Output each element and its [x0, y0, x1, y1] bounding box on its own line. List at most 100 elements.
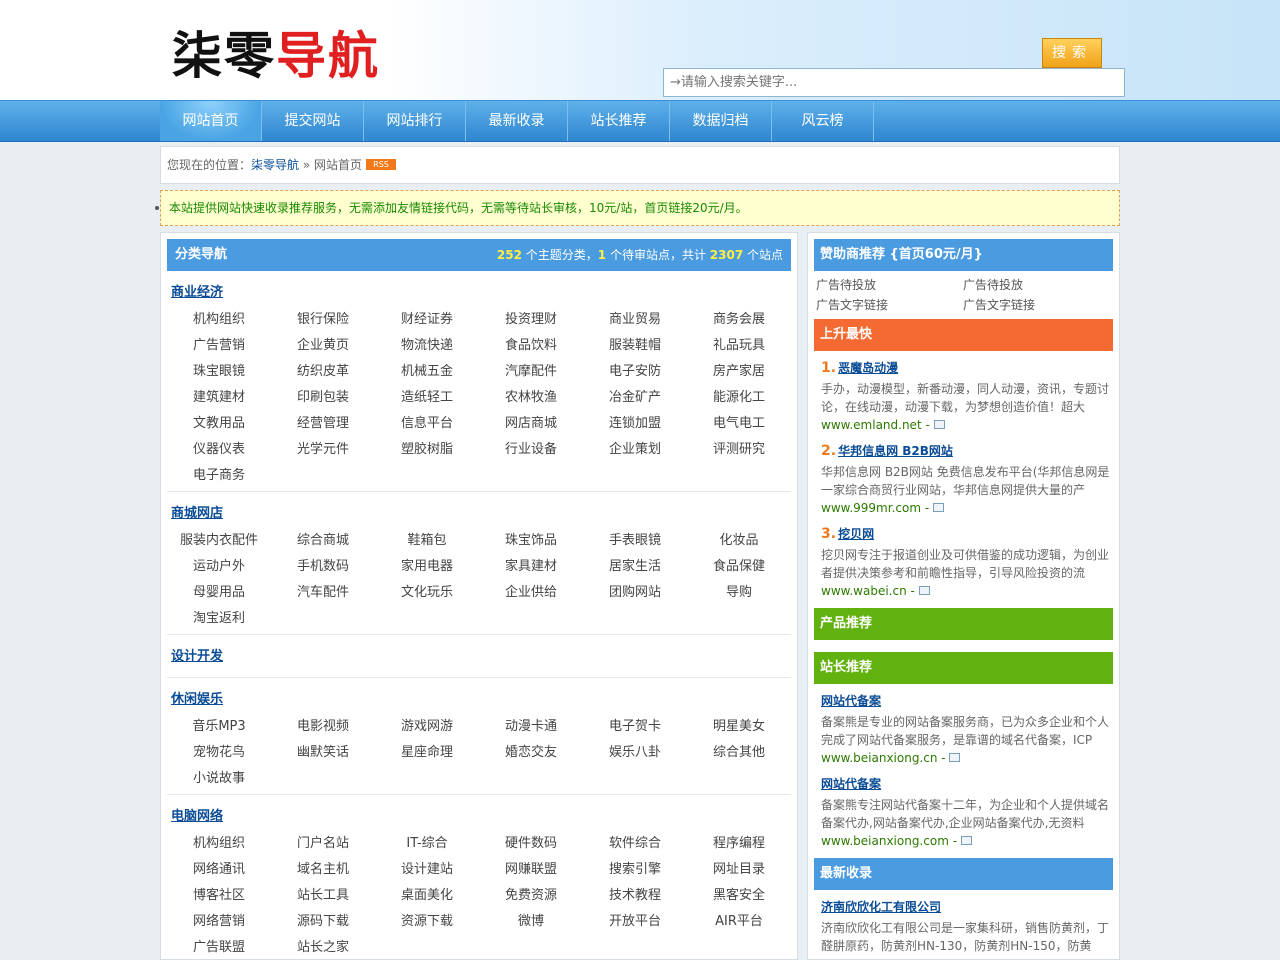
category-link[interactable]: 农林牧渔 — [479, 385, 583, 411]
item-url-text[interactable]: www.999mr.com - — [821, 501, 933, 515]
category-link[interactable]: 企业供给 — [479, 580, 583, 606]
category-link[interactable]: 资源下载 — [375, 909, 479, 935]
category-link[interactable]: 食品保健 — [687, 554, 791, 580]
category-link[interactable]: 企业黄页 — [271, 333, 375, 359]
nav-item[interactable]: 提交网站 — [262, 101, 364, 141]
search-input[interactable] — [663, 68, 1125, 97]
category-link[interactable]: 设计建站 — [375, 857, 479, 883]
category-link[interactable]: 网店商城 — [479, 411, 583, 437]
category-link[interactable]: 淘宝返利 — [167, 606, 271, 632]
item-link[interactable]: 网站代备案 — [821, 777, 881, 791]
category-link[interactable]: 能源化工 — [687, 385, 791, 411]
category-link[interactable]: 桌面美化 — [375, 883, 479, 909]
category-link[interactable]: 冶金矿产 — [583, 385, 687, 411]
category-link[interactable]: 物流快递 — [375, 333, 479, 359]
snapshot-icon[interactable] — [949, 753, 961, 762]
category-link[interactable]: 手机数码 — [271, 554, 375, 580]
category-link[interactable]: 汽摩配件 — [479, 359, 583, 385]
category-link[interactable]: 房产家居 — [687, 359, 791, 385]
category-link[interactable]: 家用电器 — [375, 554, 479, 580]
category-link[interactable]: 机构组织 — [167, 307, 271, 333]
category-link[interactable]: 微博 — [479, 909, 583, 935]
item-url-text[interactable]: www.beianxiong.cn - — [821, 751, 949, 765]
category-link[interactable]: 印刷包装 — [271, 385, 375, 411]
category-link[interactable]: 域名主机 — [271, 857, 375, 883]
category-link[interactable]: 化妆品 — [687, 528, 791, 554]
category-link[interactable]: 礼品玩具 — [687, 333, 791, 359]
category-link[interactable]: 小说故事 — [167, 766, 271, 792]
category-link[interactable]: 综合其他 — [687, 740, 791, 766]
category-link[interactable]: 食品饮料 — [479, 333, 583, 359]
category-link[interactable]: 珠宝饰品 — [479, 528, 583, 554]
category-link[interactable]: 银行保险 — [271, 307, 375, 333]
category-link[interactable]: 站长工具 — [271, 883, 375, 909]
category-link[interactable]: 机构组织 — [167, 831, 271, 857]
category-link[interactable]: 搜索引擎 — [583, 857, 687, 883]
category-link[interactable]: 幽默笑话 — [271, 740, 375, 766]
category-link[interactable]: 汽车配件 — [271, 580, 375, 606]
category-link[interactable]: IT-综合 — [375, 831, 479, 857]
category-group-link[interactable]: 商城网店 — [171, 506, 223, 521]
category-group-link[interactable]: 商业经济 — [171, 285, 223, 300]
item-url-text[interactable]: www.wabei.cn - — [821, 584, 919, 598]
category-link[interactable]: 家具建材 — [479, 554, 583, 580]
category-link[interactable]: 建筑建材 — [167, 385, 271, 411]
category-link[interactable]: 广告联盟 — [167, 935, 271, 959]
rss-icon[interactable]: RSS — [366, 159, 397, 170]
category-link[interactable]: 游戏网游 — [375, 714, 479, 740]
category-link[interactable]: 宠物花鸟 — [167, 740, 271, 766]
item-link[interactable]: 华邦信息网 B2B网站 — [838, 444, 953, 458]
nav-item[interactable]: 数据归档 — [670, 101, 772, 141]
category-link[interactable]: 源码下载 — [271, 909, 375, 935]
item-url-text[interactable]: www.beianxiong.com - — [821, 834, 961, 848]
category-link[interactable]: 动漫卡通 — [479, 714, 583, 740]
snapshot-icon[interactable] — [933, 420, 945, 429]
category-link[interactable]: 博客社区 — [167, 883, 271, 909]
category-link[interactable]: 投资理财 — [479, 307, 583, 333]
category-link[interactable]: 光学元件 — [271, 437, 375, 463]
item-link[interactable]: 济南欣欣化工有限公司 — [821, 900, 941, 914]
category-link[interactable]: 信息平台 — [375, 411, 479, 437]
category-group-link[interactable]: 设计开发 — [171, 649, 223, 664]
category-group-link[interactable]: 休闲娱乐 — [171, 692, 223, 707]
category-link[interactable]: 商业贸易 — [583, 307, 687, 333]
category-link[interactable]: 仪器仪表 — [167, 437, 271, 463]
category-link[interactable]: 导购 — [687, 580, 791, 606]
category-link[interactable]: 服装鞋帽 — [583, 333, 687, 359]
category-link[interactable]: 电子贺卡 — [583, 714, 687, 740]
category-link[interactable]: 手表眼镜 — [583, 528, 687, 554]
category-link[interactable]: 广告营销 — [167, 333, 271, 359]
ad-link[interactable]: 广告文字链接 — [816, 295, 963, 315]
snapshot-icon[interactable] — [918, 586, 930, 595]
category-link[interactable]: 团购网站 — [583, 580, 687, 606]
category-group-link[interactable]: 电脑网络 — [171, 809, 223, 824]
category-link[interactable]: 机械五金 — [375, 359, 479, 385]
category-link[interactable]: 开放平台 — [583, 909, 687, 935]
category-link[interactable]: 鞋箱包 — [375, 528, 479, 554]
category-link[interactable]: 文化玩乐 — [375, 580, 479, 606]
category-link[interactable]: 造纸轻工 — [375, 385, 479, 411]
category-link[interactable]: 珠宝眼镜 — [167, 359, 271, 385]
category-link[interactable]: 母婴用品 — [167, 580, 271, 606]
item-link[interactable]: 挖贝网 — [838, 527, 874, 541]
category-link[interactable]: 星座命理 — [375, 740, 479, 766]
category-link[interactable]: 连锁加盟 — [583, 411, 687, 437]
category-link[interactable]: 行业设备 — [479, 437, 583, 463]
category-link[interactable]: 网络通讯 — [167, 857, 271, 883]
category-link[interactable]: 技术教程 — [583, 883, 687, 909]
category-link[interactable]: 音乐MP3 — [167, 714, 271, 740]
category-link[interactable]: 网址目录 — [687, 857, 791, 883]
category-link[interactable]: 居家生活 — [583, 554, 687, 580]
category-link[interactable]: 电子安防 — [583, 359, 687, 385]
category-link[interactable]: 婚恋交友 — [479, 740, 583, 766]
item-link[interactable]: 恶魔岛动漫 — [838, 361, 898, 375]
category-link[interactable]: 门户名站 — [271, 831, 375, 857]
nav-item[interactable]: 最新收录 — [466, 101, 568, 141]
category-link[interactable]: 塑胶树脂 — [375, 437, 479, 463]
category-link[interactable]: 网络营销 — [167, 909, 271, 935]
category-link[interactable]: 运动户外 — [167, 554, 271, 580]
category-link[interactable]: AIR平台 — [687, 909, 791, 935]
category-link[interactable]: 商务会展 — [687, 307, 791, 333]
category-link[interactable]: 娱乐八卦 — [583, 740, 687, 766]
nav-item[interactable]: 站长推荐 — [568, 101, 670, 141]
